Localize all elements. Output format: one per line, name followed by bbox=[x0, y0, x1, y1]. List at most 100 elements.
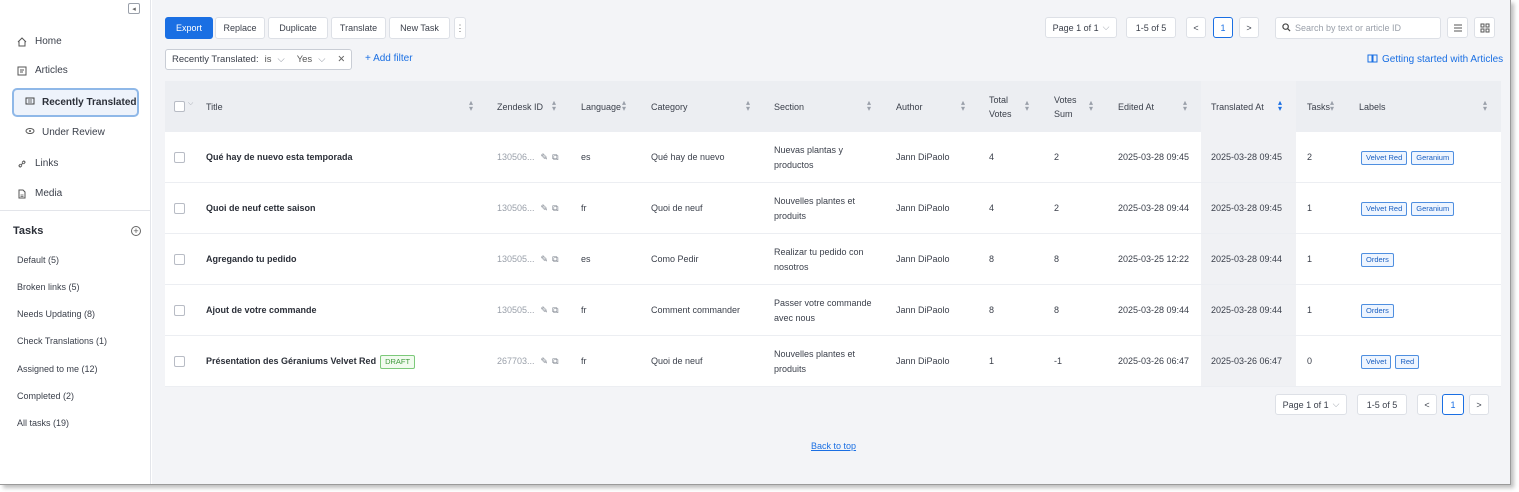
translate-button[interactable]: Translate bbox=[331, 17, 386, 39]
table-row[interactable]: Présentation des Géraniums Velvet Red DRA… bbox=[165, 336, 1501, 387]
next-page-button[interactable]: > bbox=[1239, 17, 1259, 38]
sort-icon[interactable]: ▴ ▾ bbox=[1483, 99, 1487, 113]
back-to-top-link[interactable]: Back to top bbox=[811, 441, 856, 451]
table-row[interactable]: Quoi de neuf cette saison 130506... ✎⧉ fr Qu… bbox=[165, 183, 1501, 234]
filter-value[interactable]: Yes bbox=[297, 54, 313, 65]
column-title[interactable]: Title bbox=[206, 81, 223, 132]
open-external-icon[interactable]: ⧉ bbox=[552, 203, 562, 213]
task-link-broken-links[interactable]: Broken links (5) bbox=[17, 282, 80, 292]
open-external-icon[interactable]: ⧉ bbox=[552, 305, 562, 315]
open-external-icon[interactable]: ⧉ bbox=[552, 254, 562, 264]
getting-started-link[interactable]: Getting started with Articles bbox=[1367, 53, 1503, 66]
open-external-icon[interactable]: ⧉ bbox=[552, 152, 562, 162]
task-link-needs-updating[interactable]: Needs Updating (8) bbox=[17, 309, 95, 319]
article-title[interactable]: Qué hay de nuevo esta temporada bbox=[206, 150, 353, 165]
sort-icon[interactable]: ▴ ▾ bbox=[1330, 99, 1334, 113]
row-checkbox[interactable] bbox=[174, 356, 185, 367]
column-zendesk-id[interactable]: Zendesk ID bbox=[497, 81, 543, 132]
replace-button[interactable]: Replace bbox=[215, 17, 265, 39]
bottom-current-page-button[interactable]: 1 bbox=[1442, 394, 1464, 415]
row-checkbox[interactable] bbox=[174, 254, 185, 265]
column-labels[interactable]: Labels bbox=[1359, 81, 1386, 132]
filter-chip-recently-translated[interactable]: Recently Translated: is ⌵ Yes ⌵ ✕ bbox=[165, 49, 353, 70]
page-select[interactable]: Page 1 of 1 ⌵ bbox=[1045, 17, 1117, 38]
add-task-icon[interactable]: + bbox=[131, 226, 141, 236]
add-filter-link[interactable]: + Add filter bbox=[365, 53, 413, 64]
chevron-down-icon[interactable]: ⌵ bbox=[188, 100, 193, 108]
column-edited-at[interactable]: Edited At bbox=[1118, 81, 1154, 132]
cell-title[interactable]: Présentation des Géraniums Velvet Red DRA… bbox=[206, 336, 416, 387]
sidebar-item-under-review[interactable]: Under Review bbox=[25, 126, 105, 139]
cell-title[interactable]: Quoi de neuf cette saison bbox=[206, 183, 316, 234]
select-all-checkbox[interactable] bbox=[174, 101, 185, 112]
sort-icon[interactable]: ▴ ▾ bbox=[552, 99, 556, 113]
sort-icon[interactable]: ▴ ▾ bbox=[622, 99, 626, 113]
edit-icon[interactable]: ✎ bbox=[541, 203, 553, 213]
export-button[interactable]: Export bbox=[165, 17, 213, 39]
sort-icon[interactable]: ▴ ▾ bbox=[867, 99, 871, 113]
bottom-page-select[interactable]: Page 1 of 1 ⌵ bbox=[1275, 394, 1347, 415]
column-category[interactable]: Category bbox=[651, 81, 688, 132]
sort-icon[interactable]: ▴ ▾ bbox=[469, 99, 473, 113]
search-input[interactable] bbox=[1295, 23, 1435, 33]
label-tag[interactable]: Geranium bbox=[1411, 150, 1455, 165]
sidebar-item-media[interactable]: Media bbox=[17, 188, 62, 199]
cell-title[interactable]: Ajout de votre commande bbox=[206, 285, 317, 336]
column-total-votes[interactable]: Total Votes bbox=[989, 81, 1012, 132]
column-votes-sum[interactable]: Votes Sum bbox=[1054, 81, 1077, 132]
list-view-icon[interactable] bbox=[1447, 17, 1468, 38]
article-title[interactable]: Ajout de votre commande bbox=[206, 303, 317, 318]
label-tag[interactable]: Velvet Red bbox=[1361, 201, 1408, 216]
table-row[interactable]: Agregando tu pedido 130505... ✎⧉ es Como Ped… bbox=[165, 234, 1501, 285]
edit-icon[interactable]: ✎ bbox=[541, 356, 553, 366]
more-actions-icon[interactable]: ⋮ bbox=[454, 17, 466, 39]
task-link-completed[interactable]: Completed (2) bbox=[17, 391, 74, 401]
duplicate-button[interactable]: Duplicate bbox=[268, 17, 328, 39]
article-title[interactable]: Agregando tu pedido bbox=[206, 252, 297, 267]
close-icon[interactable]: ✕ bbox=[337, 54, 345, 65]
edit-icon[interactable]: ✎ bbox=[541, 305, 553, 315]
row-checkbox[interactable] bbox=[174, 203, 185, 214]
row-checkbox[interactable] bbox=[174, 305, 185, 316]
current-page-button[interactable]: 1 bbox=[1213, 17, 1233, 38]
cell-title[interactable]: Agregando tu pedido bbox=[206, 234, 297, 285]
label-tag[interactable]: Orders bbox=[1361, 303, 1394, 318]
filter-operator[interactable]: is bbox=[265, 54, 272, 65]
collapse-sidebar-icon[interactable]: ◂ bbox=[128, 3, 140, 14]
edit-icon[interactable]: ✎ bbox=[541, 254, 553, 264]
sort-icon[interactable]: ▴ ▾ bbox=[1089, 99, 1093, 113]
column-tasks[interactable]: Tasks bbox=[1307, 81, 1330, 132]
open-external-icon[interactable]: ⧉ bbox=[552, 356, 562, 366]
sort-icon[interactable]: ▴ ▾ bbox=[961, 99, 965, 113]
bottom-prev-page-button[interactable]: < bbox=[1417, 394, 1437, 415]
label-tag[interactable]: Velvet Red bbox=[1361, 150, 1408, 165]
search-box[interactable] bbox=[1275, 17, 1441, 39]
sort-icon[interactable]: ▴ ▾ bbox=[1183, 99, 1187, 113]
article-title[interactable]: Quoi de neuf cette saison bbox=[206, 201, 316, 216]
sidebar-item-links[interactable]: Links bbox=[17, 158, 58, 169]
task-link-check-translations[interactable]: Check Translations (1) bbox=[17, 336, 107, 346]
edit-icon[interactable]: ✎ bbox=[541, 152, 553, 162]
sidebar-item-home[interactable]: Home bbox=[17, 36, 62, 47]
sidebar-item-articles[interactable]: Articles bbox=[17, 65, 68, 76]
label-tag[interactable]: Geranium bbox=[1411, 201, 1455, 216]
cell-title[interactable]: Qué hay de nuevo esta temporada bbox=[206, 132, 353, 183]
column-section[interactable]: Section bbox=[774, 81, 804, 132]
sidebar-item-recently-translated[interactable]: Recently Translated bbox=[12, 88, 139, 117]
column-author[interactable]: Author bbox=[896, 81, 923, 132]
sort-desc-icon[interactable]: ▴ ▾ bbox=[1278, 99, 1282, 113]
label-tag[interactable]: Velvet bbox=[1361, 354, 1392, 369]
label-tag[interactable]: Orders bbox=[1361, 252, 1394, 267]
row-checkbox[interactable] bbox=[174, 152, 185, 163]
article-title[interactable]: Présentation des Géraniums Velvet Red bbox=[206, 354, 376, 369]
table-row[interactable]: Ajout de votre commande 130505... ✎⧉ fr Comm… bbox=[165, 285, 1501, 336]
task-link-default[interactable]: Default (5) bbox=[17, 255, 59, 265]
column-language[interactable]: Language bbox=[581, 81, 621, 132]
column-translated-at[interactable]: Translated At bbox=[1211, 81, 1264, 132]
label-tag[interactable]: Red bbox=[1395, 354, 1420, 369]
sort-icon[interactable]: ▴ ▾ bbox=[746, 99, 750, 113]
prev-page-button[interactable]: < bbox=[1186, 17, 1206, 38]
table-row[interactable]: Qué hay de nuevo esta temporada 130506...… bbox=[165, 132, 1501, 183]
task-link-assigned-to-me[interactable]: Assigned to me (12) bbox=[17, 364, 98, 374]
task-link-all-tasks[interactable]: All tasks (19) bbox=[17, 418, 69, 428]
